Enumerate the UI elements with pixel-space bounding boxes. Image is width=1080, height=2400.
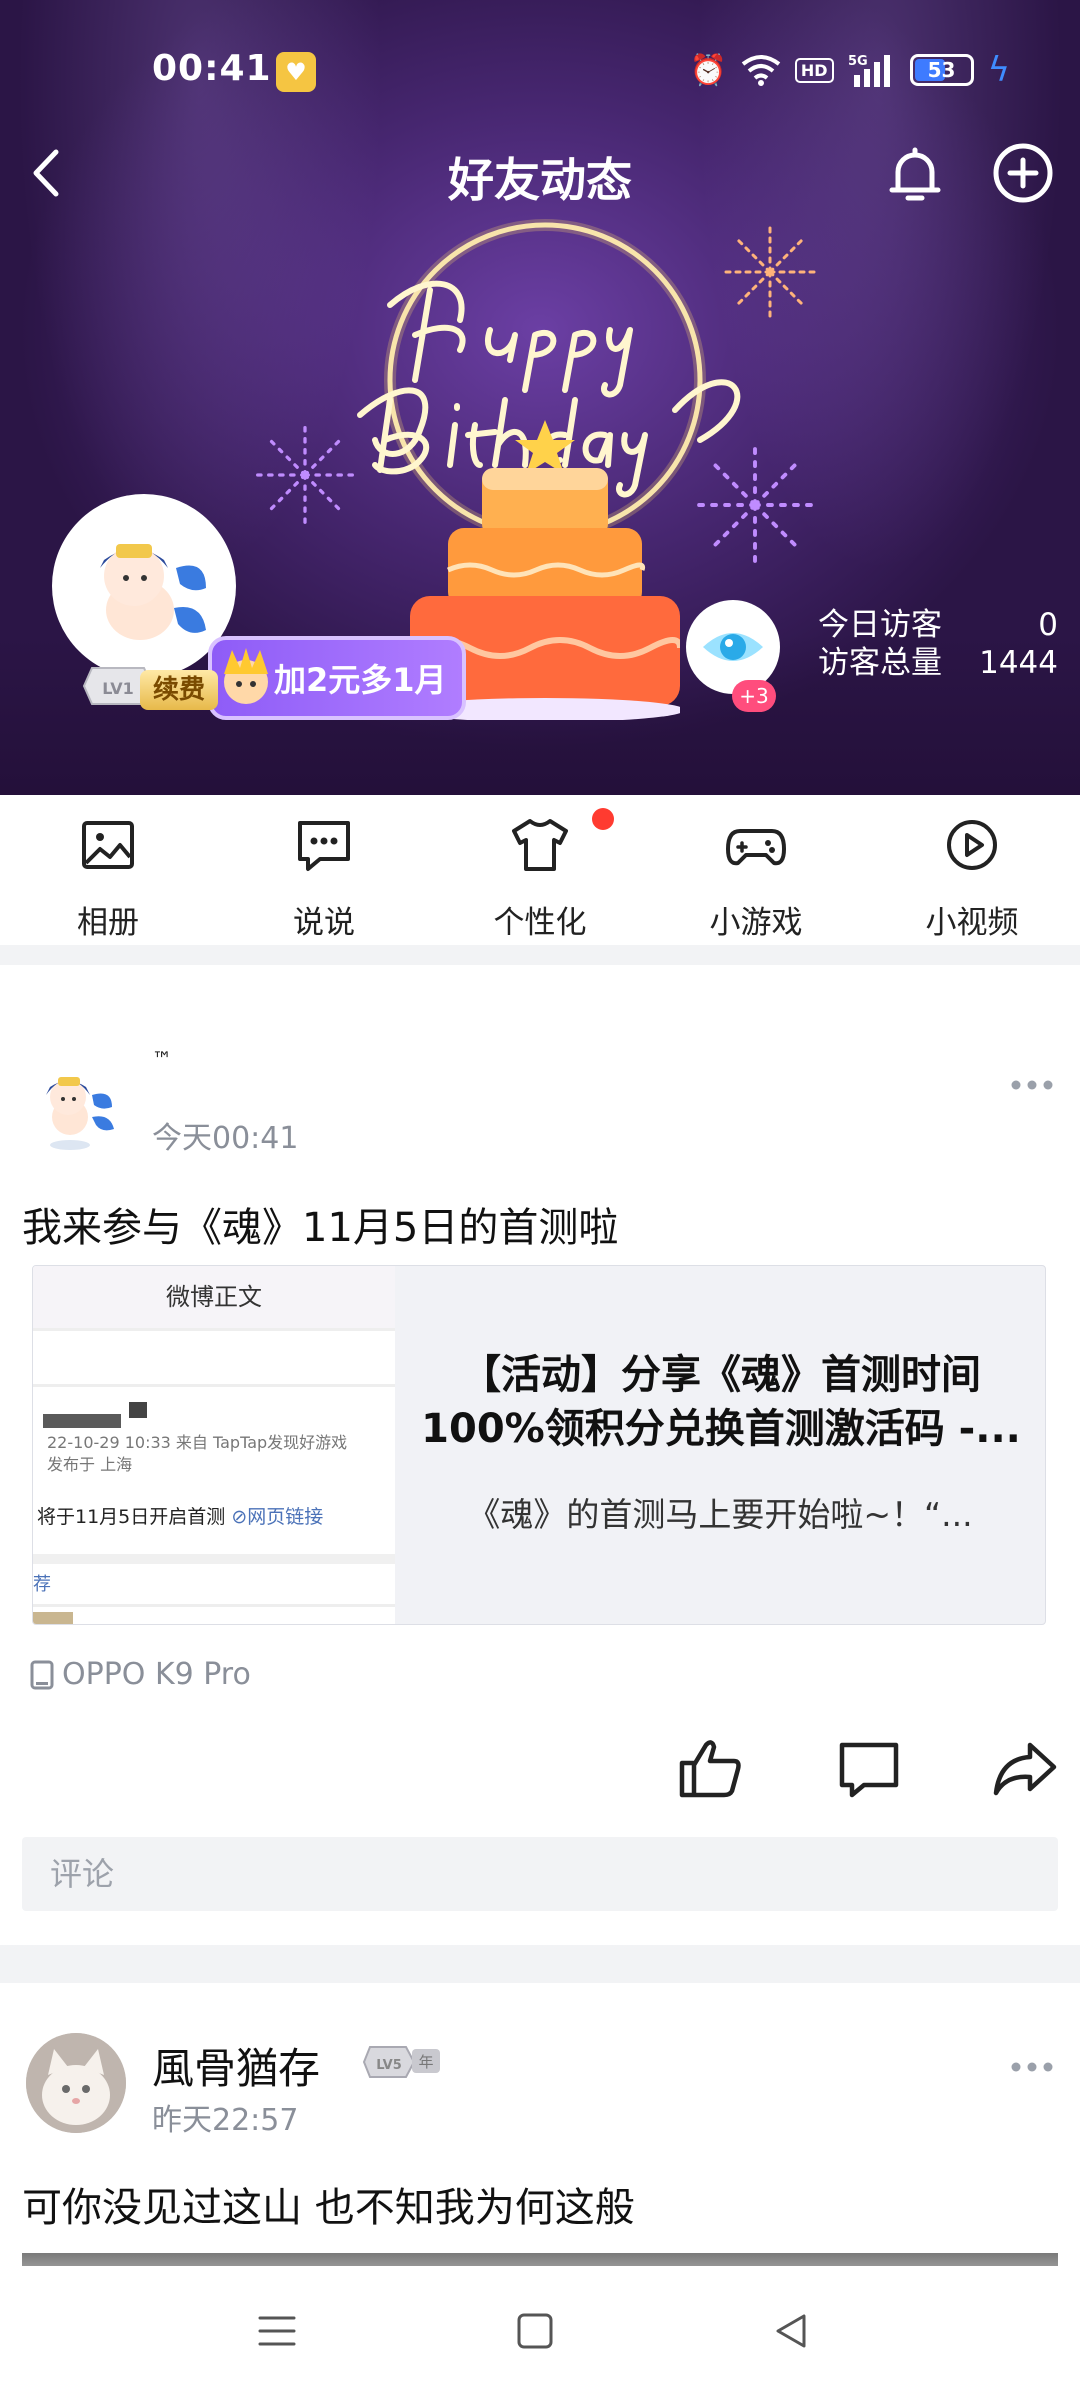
year-vip-level-badge: LV5 年 — [362, 2046, 440, 2078]
photo-album-icon — [82, 821, 134, 869]
post-text: 可你没见过这山 也不知我为何这般 — [22, 2185, 635, 2231]
cat-avatar-illustration — [26, 2033, 126, 2133]
system-navigation-bar — [0, 2266, 1080, 2400]
top-navigation: 好友动态 — [0, 130, 1080, 220]
thumbnail-link-icon: ⊘ — [231, 1506, 248, 1528]
video-play-icon — [947, 820, 997, 870]
home-square-icon[interactable] — [512, 2308, 558, 2354]
profile-hero-banner: 00:41 ♥ ⏰ HD 5G 53 ϟ 好友动态 LV1 续费 加2元多1月 … — [0, 0, 1080, 795]
thumbnail-image-strip — [33, 1612, 73, 1624]
section-divider — [0, 945, 1080, 965]
phone-icon — [30, 1660, 54, 1689]
battery-icon: 53 — [909, 54, 974, 86]
post-text: 我来参与《魂》11月5日的首测啦 — [22, 1205, 619, 1251]
feature-personalize[interactable]: 个性化 — [432, 795, 648, 945]
year-label: 年 — [418, 2053, 433, 2071]
visitors-today-value: 0 — [1038, 607, 1058, 643]
feature-album[interactable]: 相册 — [0, 795, 216, 945]
comment-input[interactable]: 评论 — [22, 1837, 1058, 1911]
visitors-total-value: 1444 — [979, 645, 1058, 681]
comment-icon[interactable] — [834, 1733, 904, 1803]
more-options-icon[interactable] — [1010, 2061, 1054, 2073]
signal-icon: 5G — [848, 54, 890, 87]
tshirt-icon — [512, 819, 568, 871]
status-icons: ⏰ HD 5G 53 ϟ — [690, 48, 1010, 92]
battery-level: 53 — [927, 58, 956, 82]
feed-post: 風骨猶存 LV5 年 昨天22:57 可你没见过这山 也不知我为何这般 — [0, 1983, 1080, 2283]
feature-album-label: 相册 — [77, 905, 139, 941]
thumbnail-meta-line2: 发布于 上海 — [47, 1455, 133, 1474]
feature-minigames[interactable]: 小游戏 — [648, 795, 864, 945]
feature-shuoshuo-label: 说说 — [293, 905, 355, 941]
thumbnail-header: 微博正文 — [33, 1266, 395, 1328]
feed-post: ™ 今天00:41 我来参与《魂》11月5日的首测啦 微博正文 22-10-29… — [0, 965, 1080, 1945]
bell-icon[interactable] — [880, 140, 950, 210]
link-card-title: 【活动】分享《魂》首测时间100%领积分兑换首测激活码 -... — [421, 1352, 1021, 1452]
post-device-info: OPPO K9 Pro — [30, 1657, 251, 1692]
gamepad-icon — [726, 829, 786, 866]
charging-icon: ϟ — [987, 50, 1010, 90]
link-card-body: 【活动】分享《魂》首测时间100%领积分兑换首测激活码 -... 《魂》的首测马… — [395, 1266, 1045, 1624]
thumbnail-link-text: 网页链接 — [247, 1506, 324, 1528]
feature-shuoshuo[interactable]: 说说 — [216, 795, 432, 945]
feature-short-video[interactable]: 小视频 — [864, 795, 1080, 945]
hd-indicator: HD — [794, 57, 834, 83]
visitors-total-label: 访客总量 — [818, 645, 942, 681]
post-author-name[interactable]: 風骨猶存 — [152, 2035, 320, 2096]
status-bar: 00:41 ♥ ⏰ HD 5G 53 ϟ — [0, 0, 1080, 140]
new-visitors-badge: +3 — [732, 680, 776, 712]
post-author-avatar[interactable] — [30, 1055, 126, 1155]
thumbnail-meta-line1: 22-10-29 10:33 来自 TapTap发现好游戏 — [47, 1433, 348, 1452]
vip-promo-banner[interactable]: 加2元多1月 — [208, 636, 466, 720]
add-circle-icon[interactable] — [990, 140, 1056, 206]
feature-shortcuts: 相册 说说 个性化 小游戏 小视频 — [0, 795, 1080, 945]
thumbnail-meta: 22-10-29 10:33 来自 TapTap发现好游戏 发布于 上海 — [47, 1432, 347, 1476]
link-thumbnail: 微博正文 22-10-29 10:33 来自 TapTap发现好游戏 发布于 上… — [33, 1266, 395, 1624]
eye-icon — [703, 633, 763, 661]
more-options-icon[interactable] — [1010, 1079, 1054, 1091]
thumbnail-recommend: 荐 — [33, 1574, 51, 1595]
blurred-name — [129, 1402, 147, 1418]
level-label: LV1 — [102, 679, 134, 698]
status-time: 00:41 — [152, 48, 272, 89]
post-author-name[interactable]: ™ — [152, 1047, 172, 1071]
shared-link-card[interactable]: 微博正文 22-10-29 10:33 来自 TapTap发现好游戏 发布于 上… — [32, 1265, 1046, 1625]
feature-short-video-label: 小视频 — [925, 905, 1019, 941]
blurred-avatar — [43, 1414, 121, 1428]
vip-promo-text: 加2元多1月 — [274, 661, 447, 699]
menu-icon[interactable] — [254, 2308, 300, 2354]
link-card-description: 《魂》的首测马上要开始啦~！“... — [467, 1495, 973, 1534]
like-icon[interactable] — [676, 1733, 746, 1803]
post-timestamp: 今天00:41 — [152, 1121, 299, 1156]
new-indicator-dot — [592, 808, 614, 830]
feature-personalize-label: 个性化 — [493, 905, 587, 941]
vip-mascot-icon — [224, 648, 268, 704]
feature-minigames-label: 小游戏 — [709, 905, 803, 941]
chat-bubble-icon — [298, 821, 350, 871]
level-label: LV5 — [376, 2058, 402, 2073]
thumbnail-text: 将于11月5日开启首测 — [37, 1506, 226, 1528]
share-icon[interactable] — [990, 1733, 1060, 1803]
thumbnail-body-text: 将于11月5日开启首测 ⊘网页链接 — [37, 1502, 323, 1529]
visitor-eye-button[interactable] — [686, 600, 780, 694]
wifi-icon — [741, 55, 781, 86]
section-divider — [0, 1945, 1080, 1983]
network-type: 5G — [848, 54, 868, 69]
alarm-icon: ⏰ — [689, 52, 727, 88]
visitors-today-label: 今日访客 — [818, 607, 942, 643]
back-triangle-icon[interactable] — [768, 2308, 814, 2354]
app-notification-icon: ♥ — [276, 52, 316, 92]
post-timestamp: 昨天22:57 — [152, 2103, 299, 2138]
visitor-stats[interactable]: 今日访客 0 访客总量 1444 — [818, 606, 1058, 682]
device-name: OPPO K9 Pro — [62, 1657, 251, 1692]
post-author-avatar[interactable] — [26, 2033, 126, 2133]
renew-vip-badge[interactable]: 续费 — [140, 670, 218, 710]
